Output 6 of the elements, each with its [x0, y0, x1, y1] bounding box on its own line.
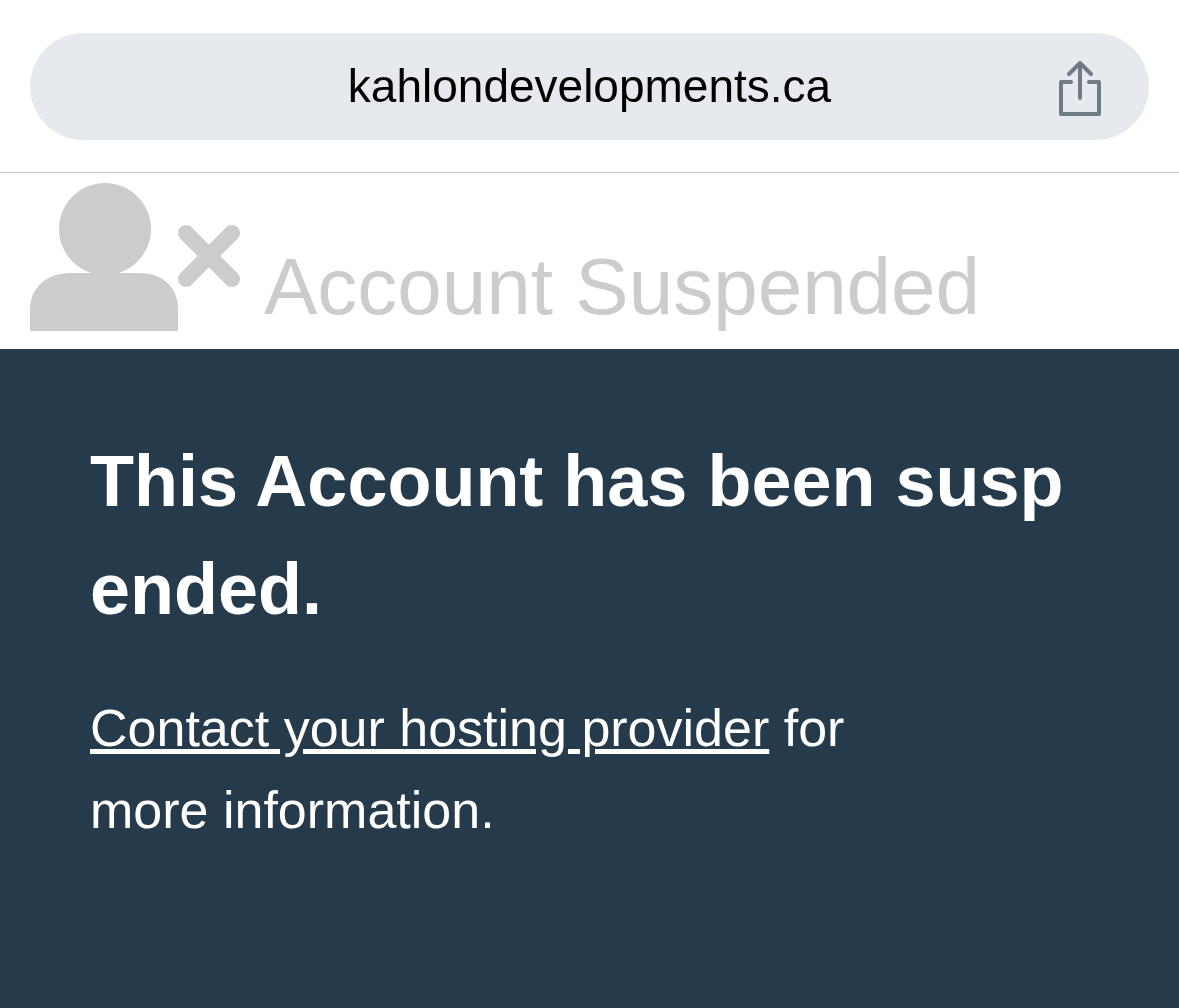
address-bar[interactable]: kahlondevelopments.ca	[30, 32, 1149, 140]
info-paragraph: Contact your hosting provider for more information.	[90, 698, 846, 841]
suspension-heading: This Account has been suspended.	[90, 440, 1065, 631]
contact-link[interactable]: Contact your hosting provider	[90, 699, 770, 757]
url-text: kahlondevelopments.ca	[347, 58, 832, 114]
user-remove-icon	[30, 183, 242, 331]
